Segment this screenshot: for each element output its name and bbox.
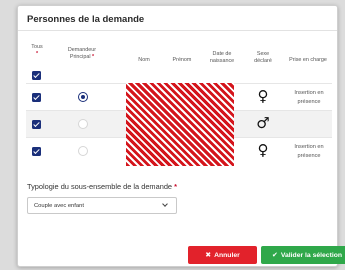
header-sexe: Sexe déclaré: [246, 51, 280, 65]
prise-en-charge-cell: Insertion en présence: [284, 89, 334, 107]
typologie-select[interactable]: Couple avec enfant: [27, 197, 177, 214]
cancel-label: Annuler: [214, 252, 240, 259]
check-icon: ✔: [271, 251, 278, 259]
validate-selection-button[interactable]: ✔ Valider la sélection: [261, 246, 345, 264]
row-checkbox[interactable]: [32, 147, 41, 156]
header-prenom: Prénom: [172, 57, 192, 63]
principal-radio[interactable]: [78, 146, 88, 156]
required-mark: *: [92, 54, 95, 60]
header-demandeur-line2: Principal: [69, 54, 91, 60]
typologie-label-text: Typologie du sous-ensemble de la demande: [27, 182, 173, 191]
header-tous-label: Tous: [31, 44, 43, 50]
header-nom: Nom: [138, 57, 150, 63]
header-date-naissance: Date de naissance: [202, 51, 242, 65]
female-icon: ♀: [257, 141, 269, 159]
header-demandeur-line1: Demandeur: [67, 47, 97, 53]
header-demandeur: Demandeur Principal *: [50, 47, 114, 61]
typologie-selected-value: Couple avec enfant: [34, 203, 84, 209]
redacted-identity-block: [126, 83, 234, 166]
header-date-line2: naissance: [209, 58, 235, 64]
prise-line2: présence: [297, 99, 321, 105]
cancel-button[interactable]: ✖ Annuler: [188, 246, 257, 264]
female-icon: ♀: [257, 87, 269, 105]
header-tous: Tous *: [26, 44, 48, 58]
typologie-label: Typologie du sous-ensemble de la demande…: [27, 182, 177, 191]
row-checkbox[interactable]: [32, 120, 41, 129]
header-prise-en-charge: Prise en charge: [289, 57, 327, 63]
validate-label: Valider la sélection: [280, 252, 343, 259]
close-icon: ✖: [205, 251, 212, 259]
male-icon: ♂: [256, 114, 270, 132]
header-date-line1: Date de: [212, 51, 232, 57]
required-mark: *: [35, 51, 39, 57]
principal-radio[interactable]: [78, 119, 88, 129]
prise-line2: présence: [297, 153, 321, 159]
header-sexe-line1: Sexe: [256, 51, 270, 57]
principal-radio[interactable]: [78, 92, 88, 102]
required-mark: *: [174, 182, 177, 191]
prise-line1: Insertion en: [294, 90, 324, 96]
header-sexe-line2: déclaré: [254, 58, 272, 64]
prise-line1: Insertion en: [294, 144, 324, 150]
prise-en-charge-cell: Insertion en présence: [284, 143, 334, 161]
modal-title: Personnes de la demande: [18, 6, 337, 31]
chevron-down-icon: [162, 201, 168, 207]
select-all-checkbox[interactable]: [32, 71, 41, 80]
row-checkbox[interactable]: [32, 93, 41, 102]
table-header: Tous * Demandeur Principal * Nom Prénom …: [26, 36, 332, 83]
persons-modal: Personnes de la demande Tous * Demandeur…: [17, 5, 345, 267]
